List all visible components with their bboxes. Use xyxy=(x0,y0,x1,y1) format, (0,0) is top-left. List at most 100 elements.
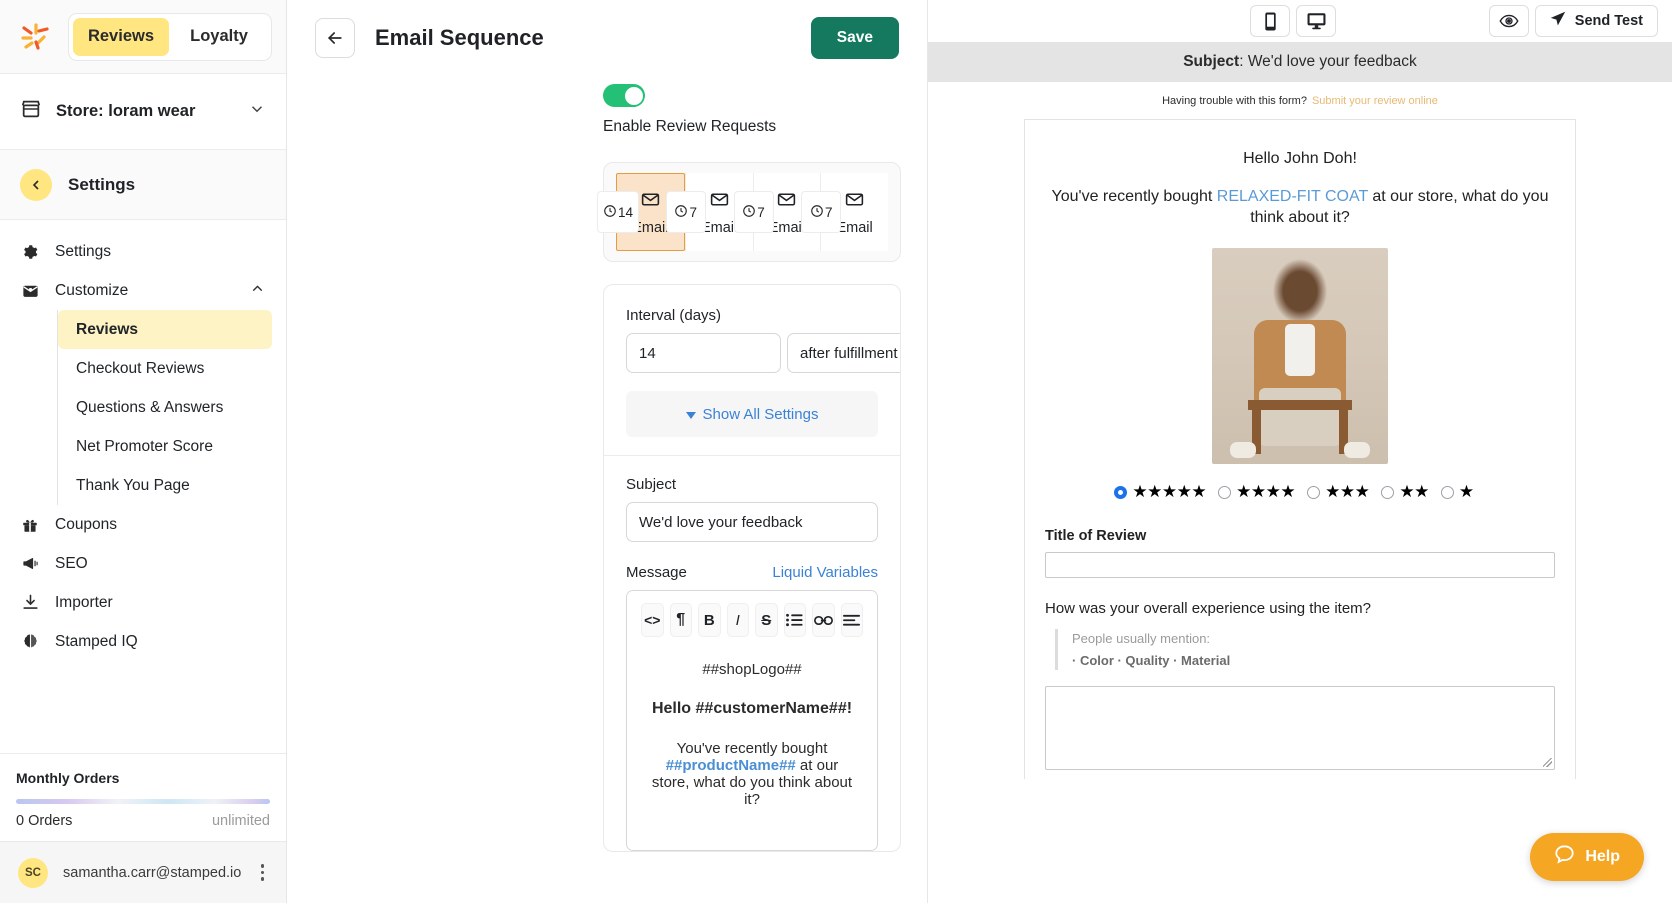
italic-icon[interactable]: I xyxy=(726,603,749,637)
strikethrough-icon[interactable]: S xyxy=(755,603,778,637)
sequence-track: 14 Email 7 Email 7 Email 7 Email xyxy=(597,173,888,251)
preview-email-card: Hello John Doh! You've recently bought R… xyxy=(1024,119,1576,779)
sequence-delay-badge-3[interactable]: 7 xyxy=(733,191,774,233)
customize-subnav: Reviews Checkout Reviews Questions & Ans… xyxy=(57,310,286,505)
sidebar-item-thank-you-page[interactable]: Thank You Page xyxy=(58,466,272,505)
sequence-delay-badge-1[interactable]: 14 xyxy=(597,191,640,233)
page-title: Email Sequence xyxy=(375,25,544,50)
sidebar-item-stamped-iq-label: Stamped IQ xyxy=(55,632,138,650)
enable-review-requests-row: Enable Review Requests xyxy=(287,76,927,142)
envelope-icon xyxy=(709,189,730,215)
help-button-label: Help xyxy=(1585,848,1620,865)
tab-reviews-label: Reviews xyxy=(87,27,155,45)
submit-review-online-link[interactable]: Submit your review online xyxy=(1312,95,1438,107)
tab-loyalty-label: Loyalty xyxy=(190,27,248,45)
sidebar-item-coupons[interactable]: Coupons xyxy=(0,505,286,544)
tab-loyalty[interactable]: Loyalty xyxy=(171,18,267,56)
email-sequence-timeline: 14 Email 7 Email 7 Email 7 Email xyxy=(597,162,901,262)
download-icon xyxy=(20,593,40,613)
preview-bought-line: You've recently bought RELAXED-FIT COAT … xyxy=(1045,186,1555,228)
sidebar-item-seo[interactable]: SEO xyxy=(0,544,286,583)
rating-option-2[interactable]: ★★ xyxy=(1381,482,1429,502)
interval-controls: after fulfillment xyxy=(626,333,900,373)
code-icon[interactable]: <> xyxy=(641,603,664,637)
message-body[interactable]: ##shopLogo## Hello ##customerName##! You… xyxy=(627,645,877,850)
sidebar-nav: Settings Customize Reviews Checkout Revi… xyxy=(0,220,286,753)
preview-scroll-area[interactable]: Having trouble with this form? Submit you… xyxy=(928,82,1672,903)
paragraph-icon[interactable]: ¶ xyxy=(669,603,692,637)
message-product-var: ##productName## xyxy=(665,757,796,774)
rating-option-3[interactable]: ★★★ xyxy=(1307,482,1370,502)
sidebar-item-net-promoter-score-label: Net Promoter Score xyxy=(76,437,213,455)
bold-icon[interactable]: B xyxy=(698,603,721,637)
rating-radio-5[interactable] xyxy=(1114,485,1128,499)
enable-review-requests-toggle[interactable] xyxy=(603,84,645,107)
sidebar-item-checkout-reviews[interactable]: Checkout Reviews xyxy=(58,349,272,388)
preview-review-textarea[interactable] xyxy=(1045,686,1555,771)
interval-trigger-select[interactable]: after fulfillment xyxy=(787,333,900,373)
sequence-delay-badge-2[interactable]: 7 xyxy=(665,191,706,233)
sidebar-item-customize[interactable]: Customize xyxy=(0,271,286,310)
rating-radio-3[interactable] xyxy=(1307,485,1321,499)
tab-reviews[interactable]: Reviews xyxy=(73,17,169,56)
avatar: SC xyxy=(18,857,48,888)
monthly-orders-progress xyxy=(16,799,270,804)
rating-option-5[interactable]: ★★★★★ xyxy=(1114,482,1207,502)
arrow-left-icon[interactable] xyxy=(315,18,355,58)
send-test-button[interactable]: Send Test xyxy=(1534,5,1658,37)
settings-back-header[interactable]: Settings xyxy=(0,150,286,220)
preview-bought-pre: You've recently bought xyxy=(1051,188,1217,205)
desktop-icon[interactable] xyxy=(1296,5,1336,37)
sequence-delay-4: 7 xyxy=(824,204,833,220)
align-icon[interactable] xyxy=(840,603,863,637)
preview-mention-label: People usually mention: xyxy=(1072,631,1211,647)
user-email: samantha.carr@stamped.io xyxy=(63,864,242,881)
preview-rating-row: ★★★★★ ★★★★ ★★★ ★★ ★ xyxy=(1045,482,1555,502)
kebab-menu-icon[interactable] xyxy=(257,860,269,885)
preview-greeting: Hello John Doh! xyxy=(1243,150,1357,167)
monthly-orders-stats: 0 Orders unlimited xyxy=(16,813,270,829)
preview-title-input[interactable] xyxy=(1045,552,1555,579)
subject-input[interactable] xyxy=(626,502,878,542)
sidebar-item-settings[interactable]: Settings xyxy=(0,232,286,271)
rating-radio-4[interactable] xyxy=(1218,485,1232,499)
show-all-settings-button[interactable]: Show All Settings xyxy=(626,391,878,437)
preview-subject-prefix: Subject xyxy=(1183,53,1240,70)
rating-stars-5: ★★★★★ xyxy=(1132,482,1207,502)
store-selector[interactable]: Store: loram wear xyxy=(0,74,286,150)
enable-review-requests-label: Enable Review Requests xyxy=(603,118,777,135)
sidebar-item-importer[interactable]: Importer xyxy=(0,583,286,622)
bullet-list-icon[interactable] xyxy=(783,603,806,637)
subject-message-section: Subject Message Liquid Variables <> ¶ B … xyxy=(604,456,900,851)
sequence-step-4[interactable]: 7 Email xyxy=(801,173,888,251)
preview-product-name[interactable]: RELAXED-FIT COAT xyxy=(1217,188,1368,205)
sidebar-item-reviews[interactable]: Reviews xyxy=(58,310,272,349)
interval-days-input[interactable] xyxy=(626,333,781,373)
rating-option-4[interactable]: ★★★★ xyxy=(1218,482,1296,502)
preview-product-image xyxy=(1212,248,1388,465)
megaphone-icon xyxy=(20,554,40,574)
eye-icon[interactable] xyxy=(1488,5,1529,37)
interval-field-group: Interval (days) after fulfillment xyxy=(626,307,900,373)
link-icon[interactable] xyxy=(812,603,835,637)
help-button[interactable]: Help xyxy=(1530,833,1644,881)
liquid-variables-link[interactable]: Liquid Variables xyxy=(772,564,878,581)
rating-radio-1[interactable] xyxy=(1440,485,1454,499)
rating-stars-1: ★ xyxy=(1458,482,1474,502)
sequence-delay-badge-4[interactable]: 7 xyxy=(801,191,842,233)
brain-icon xyxy=(20,632,40,652)
clock-icon xyxy=(810,204,824,221)
rating-radio-2[interactable] xyxy=(1381,485,1395,499)
monthly-orders-title: Monthly Orders xyxy=(16,770,120,786)
user-account-row[interactable]: SC samantha.carr@stamped.io xyxy=(0,841,286,903)
clock-icon xyxy=(603,204,617,221)
save-button[interactable]: Save xyxy=(810,17,899,59)
message-header: Message Liquid Variables xyxy=(626,564,878,581)
interval-trigger-value: after fulfillment xyxy=(800,344,898,362)
paper-plane-icon xyxy=(1550,11,1566,31)
rating-option-1[interactable]: ★ xyxy=(1440,482,1474,502)
sidebar-item-net-promoter-score[interactable]: Net Promoter Score xyxy=(58,427,272,466)
mobile-icon[interactable] xyxy=(1250,5,1290,37)
sidebar-item-questions-answers[interactable]: Questions & Answers xyxy=(58,388,272,427)
sidebar-item-stamped-iq[interactable]: Stamped IQ xyxy=(0,622,286,661)
